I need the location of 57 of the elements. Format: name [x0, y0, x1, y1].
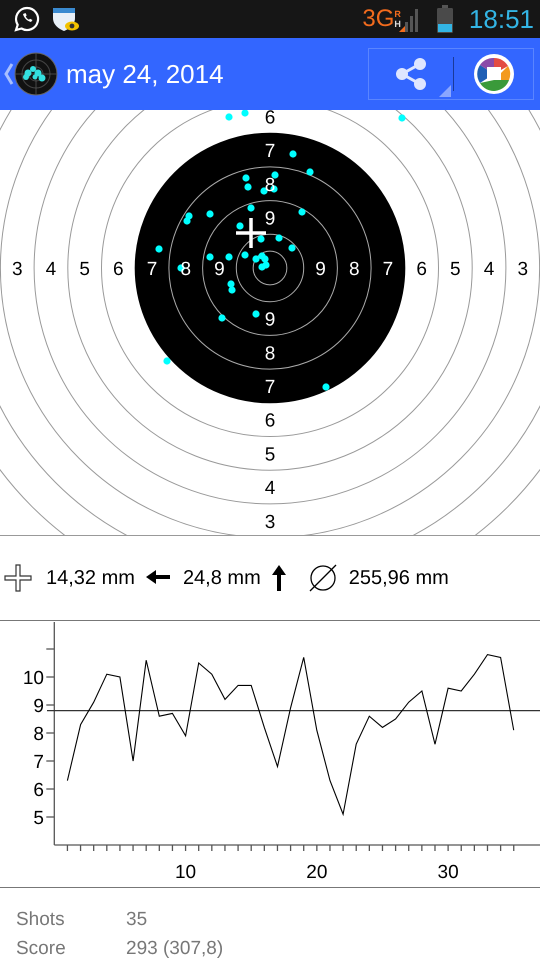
ring-label: 6 — [264, 410, 276, 432]
roaming-indicator: R — [394, 9, 401, 19]
measurement-value: 255,96 mm — [348, 566, 449, 590]
data-type-indicator: H — [394, 19, 401, 29]
battery-icon — [436, 5, 453, 33]
ring-label: 9 — [214, 259, 225, 280]
ring-label: 4 — [46, 259, 56, 280]
chat-app-icon — [14, 6, 40, 32]
summary-value: 293 (307,8) — [126, 937, 224, 960]
ring-label: 7 — [264, 376, 276, 398]
ring-label: 3 — [264, 512, 276, 533]
ring-label: 4 — [484, 259, 494, 280]
signal-icon — [398, 6, 421, 32]
ring-label: 6 — [113, 259, 124, 280]
axis-label: 5 — [33, 808, 44, 829]
app-logo-icon — [14, 52, 58, 96]
corner-indicator-icon — [439, 85, 451, 97]
axis-label: 30 — [438, 862, 459, 883]
diameter-icon — [308, 564, 337, 592]
share-icon — [394, 57, 428, 91]
ring-label: 7 — [264, 141, 276, 162]
ring-label: 7 — [146, 259, 158, 280]
ring-label: 8 — [264, 343, 276, 364]
axis-label: 6 — [33, 780, 44, 801]
ring-label: 8 — [348, 259, 360, 280]
ring-label: 6 — [416, 259, 427, 280]
clock-time: 18:51 — [468, 4, 534, 34]
ring-label: 9 — [315, 259, 326, 280]
axis-label: 20 — [306, 862, 328, 883]
ring-label: 3 — [517, 259, 528, 280]
app-title: may 24, 2014 — [66, 58, 225, 90]
up-arrow-icon — [270, 564, 287, 592]
ring-label: 5 — [450, 259, 461, 280]
measurement-value: 14,32 mm — [46, 566, 135, 590]
summary-label: Shots — [16, 908, 66, 931]
axis-label: 10 — [175, 862, 196, 883]
axis-label: 7 — [33, 752, 44, 773]
measurement-value: 24,8 mm — [182, 566, 261, 590]
axis-label: 9 — [33, 696, 44, 717]
ring-label: 8 — [180, 259, 192, 280]
ring-label: 4 — [264, 478, 276, 500]
ring-label: 5 — [79, 259, 90, 280]
back-chevron-icon — [4, 63, 14, 85]
cross-icon — [4, 564, 34, 592]
network-type: 3G — [362, 5, 394, 33]
ring-label: 9 — [264, 310, 276, 331]
summary-value: 35 — [126, 908, 148, 931]
ring-label: 7 — [382, 259, 394, 280]
ring-label: 3 — [12, 259, 23, 280]
summary-label: Score — [16, 937, 67, 960]
axis-label: 10 — [22, 668, 44, 689]
axis-label: 8 — [33, 724, 44, 745]
ring-label: 6 — [264, 110, 276, 128]
ring-label: 5 — [264, 444, 276, 466]
photo-app-icon[interactable] — [472, 53, 514, 95]
ring-label: 9 — [264, 208, 276, 230]
up-button[interactable] — [4, 52, 58, 96]
